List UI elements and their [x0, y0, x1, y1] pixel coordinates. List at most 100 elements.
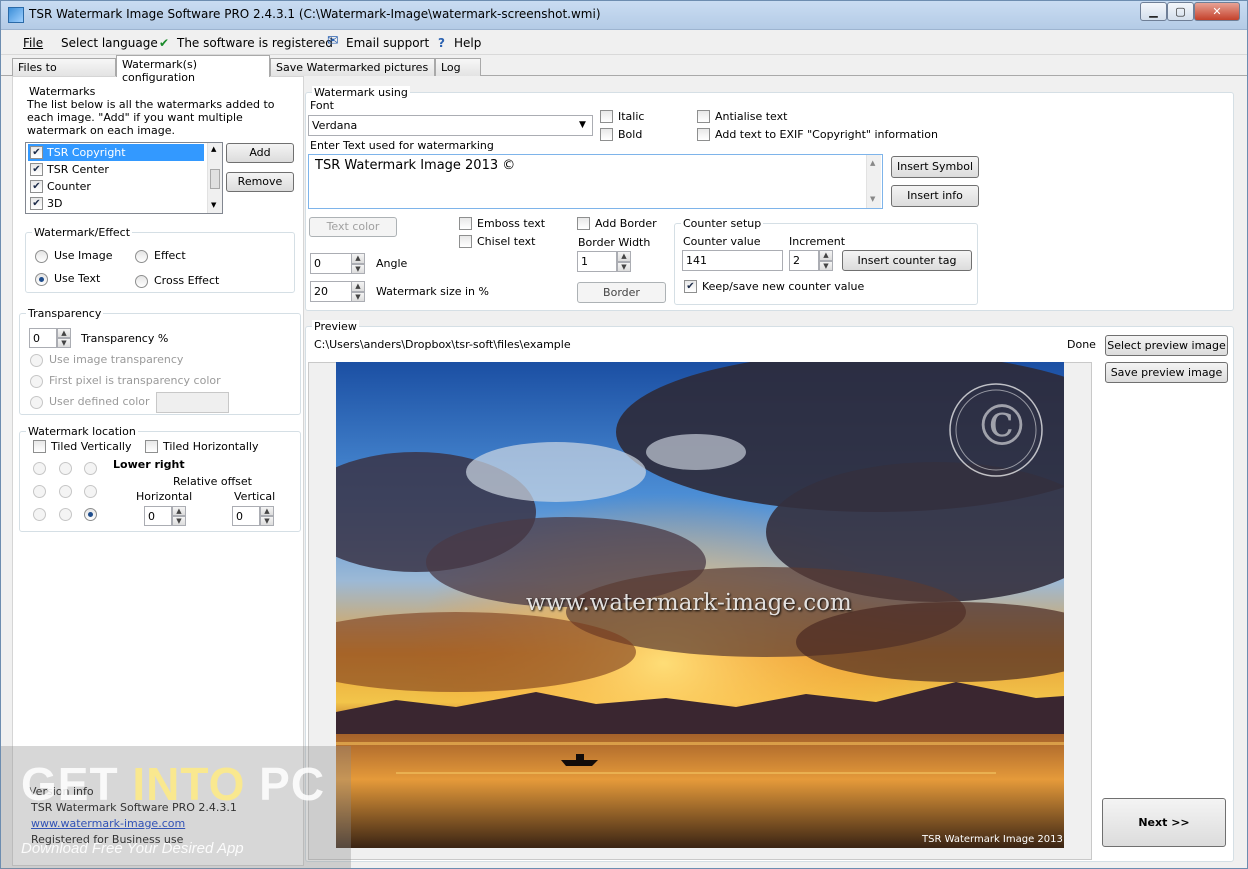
- watermark-list[interactable]: ✔ TSR Copyright ✔ TSR Center ✔ Counter ✔…: [25, 142, 223, 214]
- bold-checkbox[interactable]: [600, 128, 613, 141]
- list-item-checkbox[interactable]: ✔: [30, 197, 43, 210]
- tab-watermark-configuration[interactable]: Watermark(s) configuration: [116, 55, 270, 84]
- add-border-checkbox[interactable]: [577, 217, 590, 230]
- next-button[interactable]: Next >>: [1102, 798, 1226, 847]
- list-item[interactable]: ✔ TSR Copyright: [28, 144, 204, 161]
- font-select[interactable]: Verdana: [308, 115, 593, 136]
- use-text-radio[interactable]: [35, 273, 48, 286]
- user-defined-color-radio[interactable]: [30, 396, 43, 409]
- border-button[interactable]: Border: [577, 282, 666, 303]
- text-color-button[interactable]: Text color: [309, 217, 397, 237]
- scroll-thumb[interactable]: [210, 169, 220, 189]
- close-button[interactable]: ✕: [1194, 2, 1240, 21]
- pos-mid-left-radio[interactable]: [33, 485, 46, 498]
- maximize-button[interactable]: ▢: [1167, 2, 1194, 21]
- pos-bottom-right-radio[interactable]: [84, 508, 97, 521]
- list-item[interactable]: ✔ 3D: [28, 195, 204, 212]
- list-item-checkbox[interactable]: ✔: [30, 146, 43, 159]
- menu-email-support[interactable]: Email support: [346, 36, 429, 50]
- spin-down-icon[interactable]: ▼: [819, 261, 833, 271]
- spin-up-icon[interactable]: ▲: [260, 506, 274, 516]
- insert-info-button[interactable]: Insert info: [891, 185, 979, 207]
- pos-top-right-radio[interactable]: [84, 462, 97, 475]
- spin-down-icon[interactable]: ▼: [172, 516, 186, 526]
- select-preview-image-button[interactable]: Select preview image: [1105, 335, 1228, 356]
- chevron-down-icon[interactable]: ▼: [579, 120, 586, 130]
- list-item[interactable]: ✔ TSR Center: [28, 161, 204, 178]
- minimize-button[interactable]: ▁: [1140, 2, 1167, 21]
- spin-up-icon[interactable]: ▲: [819, 250, 833, 261]
- save-preview-image-button[interactable]: Save preview image: [1105, 362, 1228, 383]
- menu-select-language[interactable]: Select language: [61, 36, 158, 50]
- antialise-checkbox[interactable]: [697, 110, 710, 123]
- site-tagline: Download Free Your Desired App: [21, 840, 244, 857]
- counter-value-input[interactable]: 141: [682, 250, 783, 271]
- border-width-label: Border Width: [578, 236, 651, 249]
- location-group: Watermark location Tiled Vertically Tile…: [19, 425, 301, 532]
- pos-top-center-radio[interactable]: [59, 462, 72, 475]
- horizontal-label: Horizontal: [136, 490, 193, 503]
- remove-watermark-button[interactable]: Remove: [226, 172, 294, 192]
- pos-top-left-radio[interactable]: [33, 462, 46, 475]
- scroll-down-icon[interactable]: ▼: [870, 195, 875, 203]
- list-item-checkbox[interactable]: ✔: [30, 163, 43, 176]
- textarea-scrollbar[interactable]: ▲ ▼: [866, 155, 881, 208]
- keep-save-checkbox[interactable]: ✔: [684, 280, 697, 293]
- spin-up-icon[interactable]: ▲: [57, 328, 71, 338]
- pos-mid-right-radio[interactable]: [84, 485, 97, 498]
- spin-down-icon[interactable]: ▼: [351, 292, 365, 302]
- scroll-down-icon[interactable]: ▼: [211, 201, 216, 209]
- insert-counter-tag-button[interactable]: Insert counter tag: [842, 250, 972, 271]
- border-width-input[interactable]: 1: [577, 251, 617, 272]
- exif-checkbox[interactable]: [697, 128, 710, 141]
- preview-path: C:\Users\anders\Dropbox\tsr-soft\files\e…: [314, 338, 571, 351]
- vertical-offset-input[interactable]: 0: [232, 506, 260, 526]
- list-item[interactable]: ✔ Counter: [28, 178, 204, 195]
- menu-file[interactable]: File: [23, 36, 43, 50]
- use-image-transparency-radio[interactable]: [30, 354, 43, 367]
- tiled-horizontally-checkbox[interactable]: [145, 440, 158, 453]
- pos-bottom-left-radio[interactable]: [33, 508, 46, 521]
- insert-symbol-button[interactable]: Insert Symbol: [891, 156, 979, 178]
- italic-checkbox[interactable]: [600, 110, 613, 123]
- watermark-text-area[interactable]: TSR Watermark Image 2013 © ▲ ▼: [308, 154, 883, 209]
- menu-registered[interactable]: The software is registered: [177, 36, 333, 50]
- menu-bar: File Select language ✔ The software is r…: [1, 30, 1247, 55]
- spin-down-icon[interactable]: ▼: [260, 516, 274, 526]
- spin-down-icon[interactable]: ▼: [57, 338, 71, 348]
- spin-down-icon[interactable]: ▼: [351, 264, 365, 274]
- horizontal-offset-input[interactable]: 0: [144, 506, 172, 526]
- cross-effect-radio[interactable]: [135, 275, 148, 288]
- use-image-radio[interactable]: [35, 250, 48, 263]
- first-pixel-radio[interactable]: [30, 375, 43, 388]
- scroll-up-icon[interactable]: ▲: [870, 159, 875, 167]
- tiled-vertically-checkbox[interactable]: [33, 440, 46, 453]
- list-item-checkbox[interactable]: ✔: [30, 180, 43, 193]
- pos-bottom-center-radio[interactable]: [59, 508, 72, 521]
- pos-mid-center-radio[interactable]: [59, 485, 72, 498]
- menu-help[interactable]: Help: [454, 36, 481, 50]
- transparency-input[interactable]: 0: [29, 328, 57, 348]
- chisel-checkbox[interactable]: [459, 235, 472, 248]
- color-swatch[interactable]: [156, 392, 229, 413]
- spin-up-icon[interactable]: ▲: [172, 506, 186, 516]
- tab-log[interactable]: Log: [435, 58, 481, 76]
- effect-radio[interactable]: [135, 250, 148, 263]
- tab-save-watermarked[interactable]: Save Watermarked pictures as: [270, 58, 435, 87]
- spin-down-icon[interactable]: ▼: [617, 262, 631, 272]
- emboss-checkbox[interactable]: [459, 217, 472, 230]
- add-watermark-button[interactable]: Add: [226, 143, 294, 163]
- watermarks-group: Watermarks The list below is all the wat…: [19, 85, 301, 222]
- site-brand-get: GET: [21, 758, 133, 810]
- spin-up-icon[interactable]: ▲: [617, 251, 631, 262]
- scroll-up-icon[interactable]: ▲: [211, 145, 216, 153]
- spin-up-icon[interactable]: ▲: [351, 253, 365, 264]
- size-input[interactable]: 20: [310, 281, 352, 302]
- watermarks-description: The list below is all the watermarks add…: [27, 98, 275, 137]
- effect-label: Effect: [154, 249, 186, 262]
- angle-input[interactable]: 0: [310, 253, 352, 274]
- tab-files-to-watermark[interactable]: Files to watermark: [12, 58, 116, 87]
- increment-input[interactable]: 2: [789, 250, 819, 271]
- spin-up-icon[interactable]: ▲: [351, 281, 365, 292]
- list-scrollbar[interactable]: ▲ ▼: [207, 143, 222, 213]
